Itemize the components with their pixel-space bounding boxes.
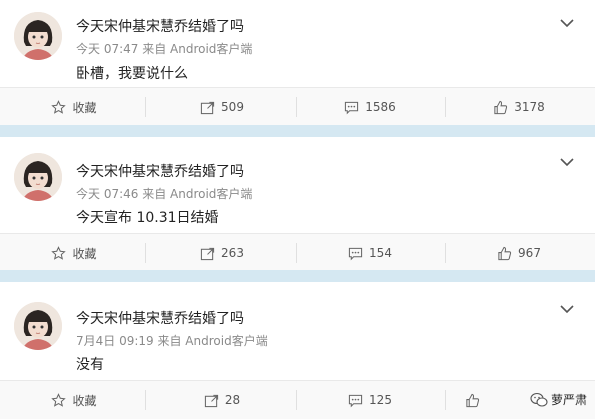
post-meta: 今天 07:47 来自 Android客户端	[76, 42, 253, 56]
comment-button[interactable]: 125	[296, 381, 444, 419]
like-icon	[498, 246, 512, 260]
post-content: 没有	[76, 357, 104, 373]
post-card: 今天宋仲基宋慧乔结婚了吗 今天 07:47 来自 Android客户端 卧槽，我…	[0, 0, 595, 126]
favorite-button[interactable]: 收藏	[0, 381, 148, 419]
favorite-label: 收藏	[72, 246, 97, 261]
watermark-text: 萝严肃	[550, 393, 587, 407]
comment-icon	[345, 101, 359, 114]
repost-button[interactable]: 509	[148, 88, 296, 126]
favorite-label: 收藏	[72, 100, 97, 115]
post-card: 今天宋仲基宋慧乔结婚了吗 今天 07:46 来自 Android客户端 今天宣布…	[0, 137, 595, 272]
watermark: 萝严肃	[530, 391, 587, 408]
repost-icon	[200, 247, 215, 260]
repost-count: 263	[221, 246, 244, 260]
favorite-button[interactable]: 收藏	[0, 234, 148, 272]
favorite-button[interactable]: 收藏	[0, 88, 148, 126]
post-content: 今天宣布 10.31日结婚	[76, 210, 219, 226]
avatar[interactable]	[14, 12, 62, 60]
post-separator	[0, 270, 595, 282]
repost-count: 509	[221, 100, 244, 114]
favorite-label: 收藏	[72, 393, 97, 408]
username[interactable]: 今天宋仲基宋慧乔结婚了吗	[76, 308, 244, 328]
repost-icon	[200, 101, 215, 114]
star-icon	[51, 392, 67, 407]
like-button[interactable]: 967	[445, 234, 593, 272]
username[interactable]: 今天宋仲基宋慧乔结婚了吗	[76, 161, 244, 181]
comment-count: 154	[369, 246, 392, 260]
post-card: 今天宋仲基宋慧乔结婚了吗 7月4日 09:19 来自 Android客户端 没有…	[0, 282, 595, 419]
username[interactable]: 今天宋仲基宋慧乔结婚了吗	[76, 16, 244, 36]
chevron-down-icon[interactable]	[558, 16, 576, 30]
comment-count: 125	[369, 393, 392, 407]
repost-button[interactable]: 28	[148, 381, 296, 419]
post-meta: 今天 07:46 来自 Android客户端	[76, 187, 253, 201]
divider	[145, 243, 146, 263]
post-separator	[0, 125, 595, 137]
repost-icon	[204, 394, 218, 407]
divider	[145, 390, 146, 410]
repost-count: 28	[224, 393, 241, 407]
comment-count: 1586	[365, 100, 396, 114]
like-icon	[494, 100, 508, 114]
like-button[interactable]: 3178	[445, 88, 593, 126]
chevron-down-icon[interactable]	[558, 155, 576, 169]
action-bar: 收藏 263 154 967	[0, 233, 595, 272]
like-icon	[466, 393, 480, 407]
wechat-icon	[530, 392, 548, 407]
comment-button[interactable]: 154	[296, 234, 444, 272]
repost-button[interactable]: 263	[148, 234, 296, 272]
avatar[interactable]	[14, 302, 62, 350]
like-count: 967	[518, 246, 541, 260]
comment-button[interactable]: 1586	[296, 88, 444, 126]
action-bar: 收藏 509 1586 3178	[0, 87, 595, 126]
action-bar: 收藏 28 125	[0, 380, 595, 419]
post-content: 卧槽，我要说什么	[76, 66, 188, 82]
like-count: 3178	[514, 100, 545, 114]
star-icon	[51, 245, 67, 260]
post-meta: 7月4日 09:19 来自 Android客户端	[76, 334, 268, 348]
star-icon	[51, 99, 67, 114]
comment-icon	[348, 394, 363, 407]
avatar[interactable]	[14, 153, 62, 201]
chevron-down-icon[interactable]	[558, 302, 576, 316]
divider	[145, 97, 146, 117]
comment-icon	[348, 247, 363, 260]
